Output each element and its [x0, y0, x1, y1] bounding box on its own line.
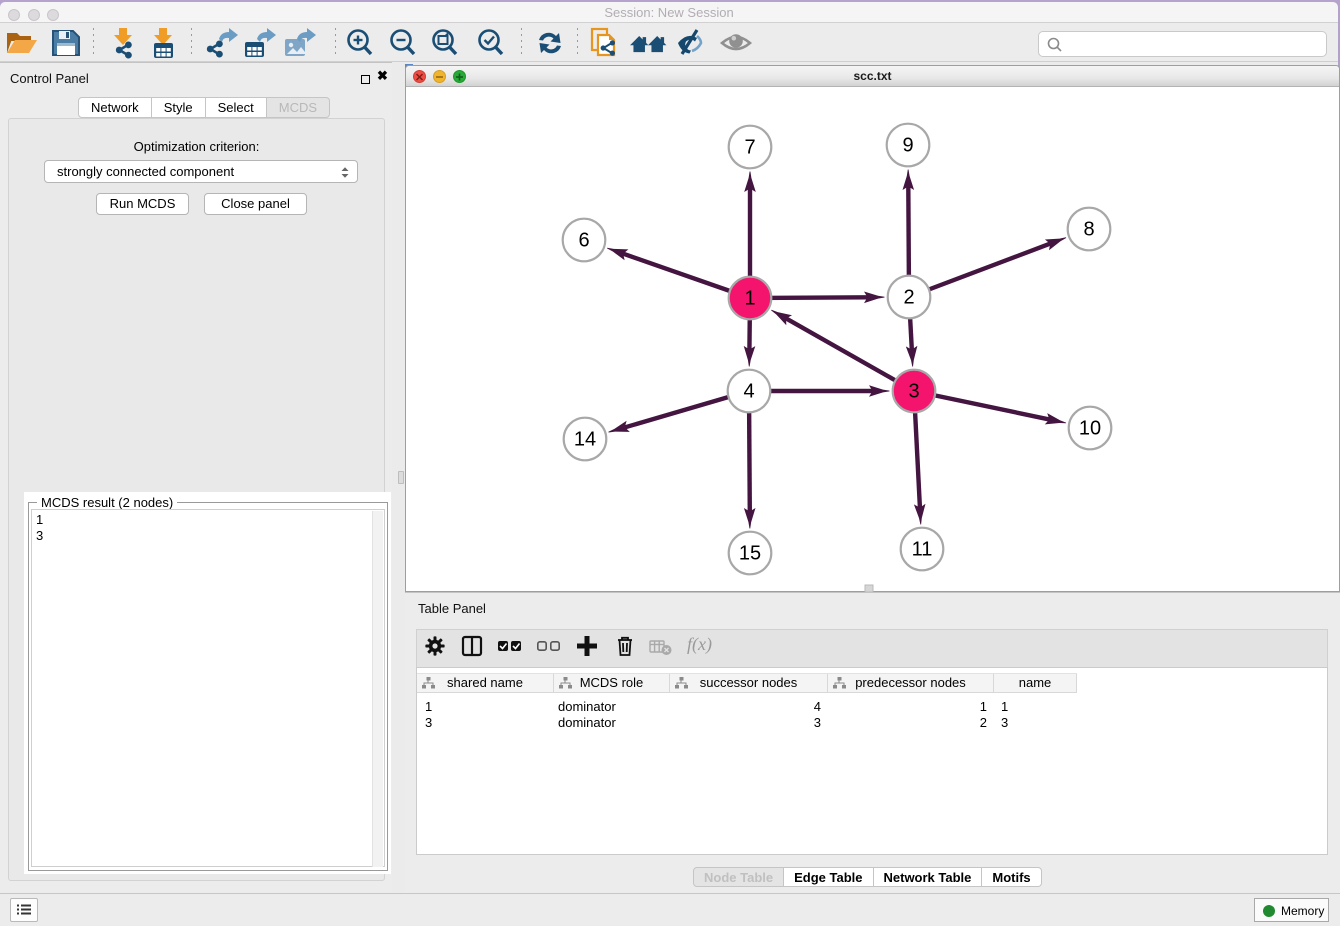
svg-text:9: 9 [902, 135, 913, 157]
svg-text:4: 4 [743, 381, 754, 403]
svg-text:6: 6 [578, 230, 589, 252]
svg-text:15: 15 [739, 543, 761, 565]
svg-text:7: 7 [744, 137, 755, 159]
svg-text:14: 14 [574, 429, 596, 451]
svg-text:2: 2 [903, 287, 914, 309]
svg-text:1: 1 [744, 288, 755, 310]
svg-text:11: 11 [912, 539, 933, 561]
svg-text:10: 10 [1079, 418, 1101, 440]
svg-text:3: 3 [908, 381, 919, 403]
svg-text:8: 8 [1083, 219, 1094, 241]
